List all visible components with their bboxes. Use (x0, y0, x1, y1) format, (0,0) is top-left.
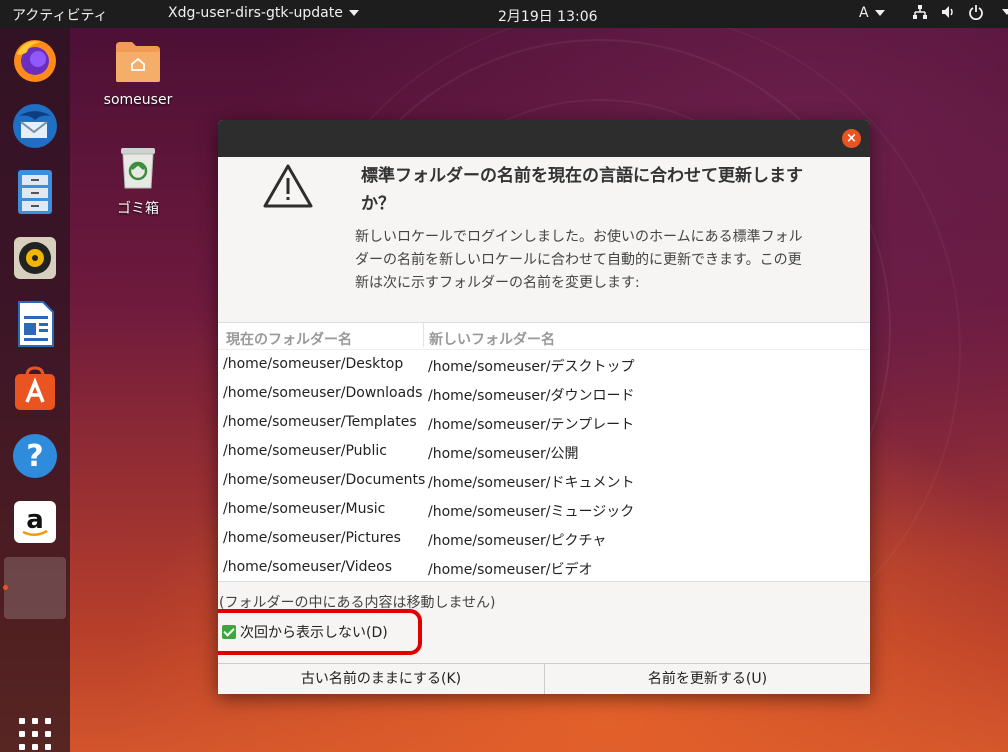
checkbox-label: 次回から表示しない(D) (240, 625, 388, 641)
desktop-icon-label: ゴミ箱 (117, 201, 159, 217)
new-folder-name: /home/someuser/ダウンロード (428, 388, 635, 404)
thunderbird-icon[interactable] (11, 102, 59, 150)
trash-icon (121, 148, 155, 189)
activities-button[interactable]: アクティビティ (12, 5, 108, 25)
update-names-button[interactable]: 名前を更新する(U) (545, 664, 870, 694)
new-folder-name: /home/someuser/デスクトップ (428, 359, 635, 375)
table-row[interactable]: /home/someuser/Music /home/someuser/ミュージ… (218, 495, 870, 524)
chevron-down-icon (874, 10, 885, 16)
close-icon: × (846, 131, 857, 146)
button-bar: 古い名前のままにする(K) 名前を更新する(U) (218, 663, 870, 694)
home-folder-icon (116, 42, 160, 82)
new-folder-name: /home/someuser/公開 (428, 446, 579, 462)
checkbox-checked-icon[interactable] (222, 625, 236, 639)
app-menu[interactable]: Xdg-user-dirs-gtk-update (168, 5, 359, 21)
current-folder-name: /home/someuser/Pictures (223, 530, 401, 546)
chevron-down-icon (1002, 9, 1008, 15)
current-folder-name: /home/someuser/Music (223, 501, 386, 517)
keep-old-names-button[interactable]: 古い名前のままにする(K) (218, 664, 545, 694)
table-row[interactable]: /home/someuser/Public /home/someuser/公開 (218, 437, 870, 466)
table-row[interactable]: /home/someuser/Templates /home/someuser/… (218, 408, 870, 437)
table-row[interactable]: /home/someuser/Pictures /home/someuser/ピ… (218, 524, 870, 553)
active-window-icon[interactable] (4, 557, 66, 619)
volume-icon (942, 6, 953, 18)
clock[interactable]: 2月19日 13:06 (498, 6, 598, 26)
desktop-icon-trash[interactable]: ゴミ箱 (108, 144, 168, 218)
headline-line: 標準フォルダーの名前を現在の言語に合わせて更新します (361, 166, 803, 186)
close-button[interactable]: × (842, 129, 861, 148)
power-icon (969, 5, 983, 20)
folder-rename-table[interactable]: 現在のフォルダー名 新しいフォルダー名 /home/someuser/Deskt… (218, 322, 870, 582)
update-folders-dialog: × 標準フォルダーの名前を現在の言語に合わせて更新します か？ 新しいロケールで… (218, 120, 870, 694)
current-folder-name: /home/someuser/Public (223, 443, 387, 459)
column-header-current[interactable]: 現在のフォルダー名 (226, 329, 352, 349)
desktop-icon-home[interactable]: someuser (103, 40, 173, 108)
top-bar: アクティビティ Xdg-user-dirs-gtk-update 2月19日 1… (0, 0, 1008, 28)
table-row[interactable]: /home/someuser/Downloads /home/someuser/… (218, 379, 870, 408)
table-row[interactable]: /home/someuser/Videos /home/someuser/ビデオ (218, 553, 870, 582)
system-tray[interactable] (912, 4, 1008, 20)
svg-text:a: a (26, 505, 44, 535)
table-row[interactable]: /home/someuser/Documents /home/someuser/… (218, 466, 870, 495)
running-indicator (3, 585, 8, 590)
network-icon (913, 5, 927, 19)
current-folder-name: /home/someuser/Videos (223, 559, 393, 575)
rhythmbox-icon[interactable] (11, 234, 59, 282)
new-folder-name: /home/someuser/ビデオ (428, 562, 593, 578)
new-folder-name: /home/someuser/ドキュメント (428, 475, 635, 491)
current-folder-name: /home/someuser/Desktop (223, 356, 404, 372)
column-header-new[interactable]: 新しいフォルダー名 (429, 329, 555, 349)
description-line: ダーの名前を新しいロケールに合わせて自動的に更新できます。この更 (355, 252, 802, 268)
dialog-description: 新しいロケールでログインしました。お使いのホームにある標準フォル ダーの名前を新… (355, 226, 845, 295)
column-divider (423, 323, 424, 347)
current-folder-name: /home/someuser/Documents (223, 472, 426, 488)
writer-icon[interactable] (11, 300, 59, 348)
dont-show-again-checkbox[interactable]: 次回から表示しない(D) (222, 622, 388, 642)
files-icon[interactable] (11, 168, 59, 216)
new-folder-name: /home/someuser/ピクチャ (428, 533, 607, 549)
desktop-icon-label: someuser (103, 92, 173, 108)
help-icon[interactable]: ? (11, 432, 59, 480)
new-folder-name: /home/someuser/ミュージック (428, 504, 635, 520)
amazon-icon[interactable]: a (11, 498, 59, 546)
dock: ? a (0, 28, 70, 752)
table-row[interactable]: /home/someuser/Desktop /home/someuser/デス… (218, 350, 870, 379)
svg-text:?: ? (26, 439, 43, 474)
firefox-icon[interactable] (11, 36, 59, 84)
dialog-headline: 標準フォルダーの名前を現在の言語に合わせて更新します か？ (361, 162, 841, 218)
app-menu-label: Xdg-user-dirs-gtk-update (168, 5, 343, 21)
input-method-label: A (859, 5, 869, 21)
description-line: 新しいロケールでログインしました。お使いのホームにある標準フォル (355, 229, 803, 245)
headline-line: か？ (361, 194, 395, 214)
dialog-titlebar[interactable]: × (218, 120, 870, 157)
warning-icon (263, 164, 313, 208)
chevron-down-icon (348, 10, 359, 16)
software-icon[interactable] (11, 366, 59, 414)
current-folder-name: /home/someuser/Downloads (223, 385, 423, 401)
new-folder-name: /home/someuser/テンプレート (428, 417, 635, 433)
description-line: 新は次に示すフォルダーの名前を変更します: (355, 275, 640, 291)
show-applications-icon[interactable] (19, 718, 51, 750)
input-method-menu[interactable]: A (859, 5, 885, 21)
current-folder-name: /home/someuser/Templates (223, 414, 417, 430)
